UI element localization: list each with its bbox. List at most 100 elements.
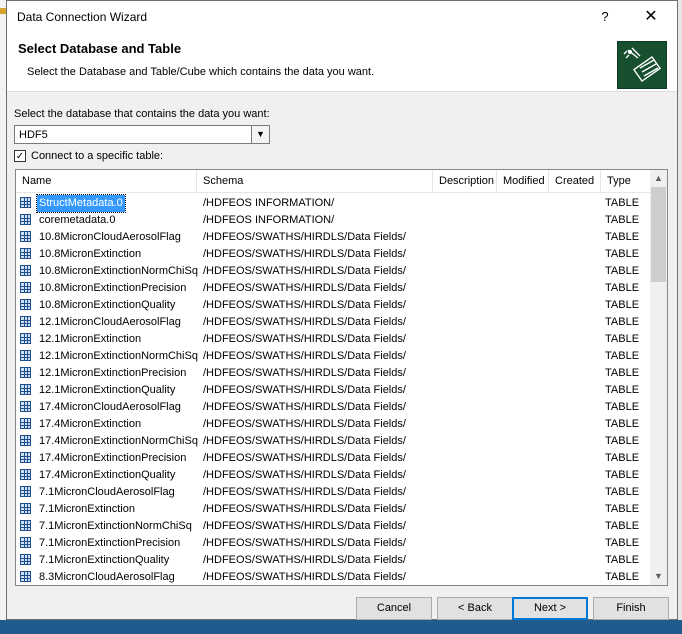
table-row[interactable]: 7.1MicronExtinctionQuality/HDFEOS/SWATHS… bbox=[16, 552, 650, 569]
table-row[interactable]: 7.1MicronExtinctionNormChiSq/HDFEOS/SWAT… bbox=[16, 518, 650, 535]
table-cell-type: TABLE bbox=[605, 435, 640, 447]
table-row[interactable]: 12.1MicronExtinctionNormChiSq/HDFEOS/SWA… bbox=[16, 348, 650, 365]
table-icon bbox=[20, 282, 31, 293]
table-name: 10.8MicronExtinctionPrecision bbox=[39, 282, 187, 294]
table-name: 17.4MicronExtinctionPrecision bbox=[39, 452, 187, 464]
scrollbar-thumb[interactable] bbox=[651, 187, 666, 282]
table-icon bbox=[20, 503, 31, 514]
table-cell-schema: /HDFEOS INFORMATION/ bbox=[203, 197, 335, 209]
table-cell-schema: /HDFEOS/SWATHS/HIRDLS/Data Fields/ bbox=[203, 248, 406, 260]
table-row[interactable]: 7.1MicronExtinctionPrecision/HDFEOS/SWAT… bbox=[16, 535, 650, 552]
column-header-modified[interactable]: Modified bbox=[497, 170, 549, 192]
table-icon bbox=[20, 265, 31, 276]
table-cell-schema: /HDFEOS/SWATHS/HIRDLS/Data Fields/ bbox=[203, 537, 406, 549]
page-title: Select Database and Table bbox=[18, 41, 182, 56]
table-cell-type: TABLE bbox=[605, 316, 640, 328]
title-bar[interactable]: Data Connection Wizard ? ✕ bbox=[7, 1, 677, 33]
table-row[interactable]: 17.4MicronExtinctionNormChiSq/HDFEOS/SWA… bbox=[16, 433, 650, 450]
cancel-button[interactable]: Cancel bbox=[356, 597, 432, 620]
table-name: 10.8MicronExtinction bbox=[39, 248, 142, 260]
table-name: 17.4MicronExtinctionQuality bbox=[39, 469, 176, 481]
wizard-database-icon bbox=[617, 41, 667, 89]
next-button[interactable]: Next > bbox=[512, 597, 588, 620]
column-header-created[interactable]: Created bbox=[549, 170, 601, 192]
table-name: coremetadata.0 bbox=[39, 214, 116, 226]
table-cell-schema: /HDFEOS/SWATHS/HIRDLS/Data Fields/ bbox=[203, 469, 406, 481]
table-row[interactable]: 10.8MicronExtinctionPrecision/HDFEOS/SWA… bbox=[16, 280, 650, 297]
table-cell-schema: /HDFEOS/SWATHS/HIRDLS/Data Fields/ bbox=[203, 367, 406, 379]
table-row[interactable]: StructMetadata.0/HDFEOS INFORMATION/TABL… bbox=[16, 194, 650, 213]
table-icon bbox=[20, 333, 31, 344]
chevron-down-icon[interactable]: ▼ bbox=[251, 126, 269, 143]
back-button[interactable]: < Back bbox=[437, 597, 513, 620]
table-row[interactable]: 12.1MicronExtinction/HDFEOS/SWATHS/HIRDL… bbox=[16, 331, 650, 348]
table-icon bbox=[20, 520, 31, 531]
table-row[interactable]: 17.4MicronCloudAerosolFlag/HDFEOS/SWATHS… bbox=[16, 399, 650, 416]
table-name: 17.4MicronExtinction bbox=[39, 418, 142, 430]
column-header-name[interactable]: Name bbox=[16, 170, 197, 192]
table-cell-schema: /HDFEOS/SWATHS/HIRDLS/Data Fields/ bbox=[203, 452, 406, 464]
column-header-description[interactable]: Description bbox=[433, 170, 497, 192]
table-name: 12.1MicronExtinctionNormChiSq bbox=[39, 350, 198, 362]
data-connection-wizard-dialog: Data Connection Wizard ? ✕ Select Databa… bbox=[6, 0, 678, 620]
table-row[interactable]: 10.8MicronExtinctionQuality/HDFEOS/SWATH… bbox=[16, 297, 650, 314]
scroll-down-icon[interactable]: ▼ bbox=[650, 568, 667, 585]
database-select-value: HDF5 bbox=[19, 129, 48, 141]
database-select[interactable]: HDF5 ▼ bbox=[14, 125, 270, 144]
table-icon bbox=[20, 197, 31, 208]
connect-specific-table-checkbox[interactable]: ✓ bbox=[14, 150, 26, 162]
table-row[interactable]: 12.1MicronExtinctionPrecision/HDFEOS/SWA… bbox=[16, 365, 650, 382]
table-name: 12.1MicronCloudAerosolFlag bbox=[39, 316, 181, 328]
table-cell-type: TABLE bbox=[605, 282, 640, 294]
table-icon bbox=[20, 469, 31, 480]
table-icon bbox=[20, 299, 31, 310]
table-row[interactable]: 12.1MicronExtinctionQuality/HDFEOS/SWATH… bbox=[16, 382, 650, 399]
close-button[interactable]: ✕ bbox=[637, 5, 665, 29]
window-title: Data Connection Wizard bbox=[17, 10, 148, 24]
table-row[interactable]: 17.4MicronExtinctionQuality/HDFEOS/SWATH… bbox=[16, 467, 650, 484]
table-cell-schema: /HDFEOS/SWATHS/HIRDLS/Data Fields/ bbox=[203, 503, 406, 515]
table-cell-type: TABLE bbox=[605, 265, 640, 277]
table-cell-type: TABLE bbox=[605, 231, 640, 243]
table-row[interactable]: 8.3MicronCloudAerosolFlag/HDFEOS/SWATHS/… bbox=[16, 569, 650, 585]
table-name: 12.1MicronExtinction bbox=[39, 333, 142, 345]
table-cell-type: TABLE bbox=[605, 503, 640, 515]
scroll-up-icon[interactable]: ▲ bbox=[650, 170, 667, 187]
table-name: 17.4MicronExtinctionNormChiSq bbox=[39, 435, 198, 447]
table-cell-schema: /HDFEOS/SWATHS/HIRDLS/Data Fields/ bbox=[203, 265, 406, 277]
table-row[interactable]: 10.8MicronExtinction/HDFEOS/SWATHS/HIRDL… bbox=[16, 246, 650, 263]
column-header-type[interactable]: Type bbox=[601, 170, 650, 192]
table-icon bbox=[20, 214, 31, 225]
table-cell-schema: /HDFEOS/SWATHS/HIRDLS/Data Fields/ bbox=[203, 401, 406, 413]
table-row[interactable]: 17.4MicronExtinctionPrecision/HDFEOS/SWA… bbox=[16, 450, 650, 467]
table-icon bbox=[20, 435, 31, 446]
help-button[interactable]: ? bbox=[591, 5, 619, 29]
table-row[interactable]: 17.4MicronExtinction/HDFEOS/SWATHS/HIRDL… bbox=[16, 416, 650, 433]
table-row[interactable]: coremetadata.0/HDFEOS INFORMATION/TABLE bbox=[16, 212, 650, 229]
table-cell-type: TABLE bbox=[605, 418, 640, 430]
table-icon bbox=[20, 316, 31, 327]
table-icon bbox=[20, 537, 31, 548]
table-name: 17.4MicronCloudAerosolFlag bbox=[39, 401, 181, 413]
table-row[interactable]: 12.1MicronCloudAerosolFlag/HDFEOS/SWATHS… bbox=[16, 314, 650, 331]
finish-button[interactable]: Finish bbox=[593, 597, 669, 620]
table-cell-schema: /HDFEOS/SWATHS/HIRDLS/Data Fields/ bbox=[203, 571, 406, 583]
table-row[interactable]: 10.8MicronExtinctionNormChiSq/HDFEOS/SWA… bbox=[16, 263, 650, 280]
table-icon bbox=[20, 452, 31, 463]
table-cell-type: TABLE bbox=[605, 469, 640, 481]
table-name: 10.8MicronExtinctionNormChiSq bbox=[39, 265, 198, 277]
table-cell-schema: /HDFEOS INFORMATION/ bbox=[203, 214, 335, 226]
table-cell-schema: /HDFEOS/SWATHS/HIRDLS/Data Fields/ bbox=[203, 486, 406, 498]
table-icon bbox=[20, 418, 31, 429]
tables-list[interactable]: Name Schema Description Modified Created… bbox=[15, 169, 668, 586]
connect-specific-table-label[interactable]: Connect to a specific table: bbox=[31, 150, 163, 162]
table-row[interactable]: 10.8MicronCloudAerosolFlag/HDFEOS/SWATHS… bbox=[16, 229, 650, 246]
table-row[interactable]: 7.1MicronExtinction/HDFEOS/SWATHS/HIRDLS… bbox=[16, 501, 650, 518]
table-cell-type: TABLE bbox=[605, 197, 640, 209]
table-cell-type: TABLE bbox=[605, 452, 640, 464]
table-cell-schema: /HDFEOS/SWATHS/HIRDLS/Data Fields/ bbox=[203, 554, 406, 566]
column-header-schema[interactable]: Schema bbox=[197, 170, 433, 192]
table-icon bbox=[20, 384, 31, 395]
table-row[interactable]: 7.1MicronCloudAerosolFlag/HDFEOS/SWATHS/… bbox=[16, 484, 650, 501]
vertical-scrollbar[interactable]: ▲ ▼ bbox=[650, 170, 667, 585]
